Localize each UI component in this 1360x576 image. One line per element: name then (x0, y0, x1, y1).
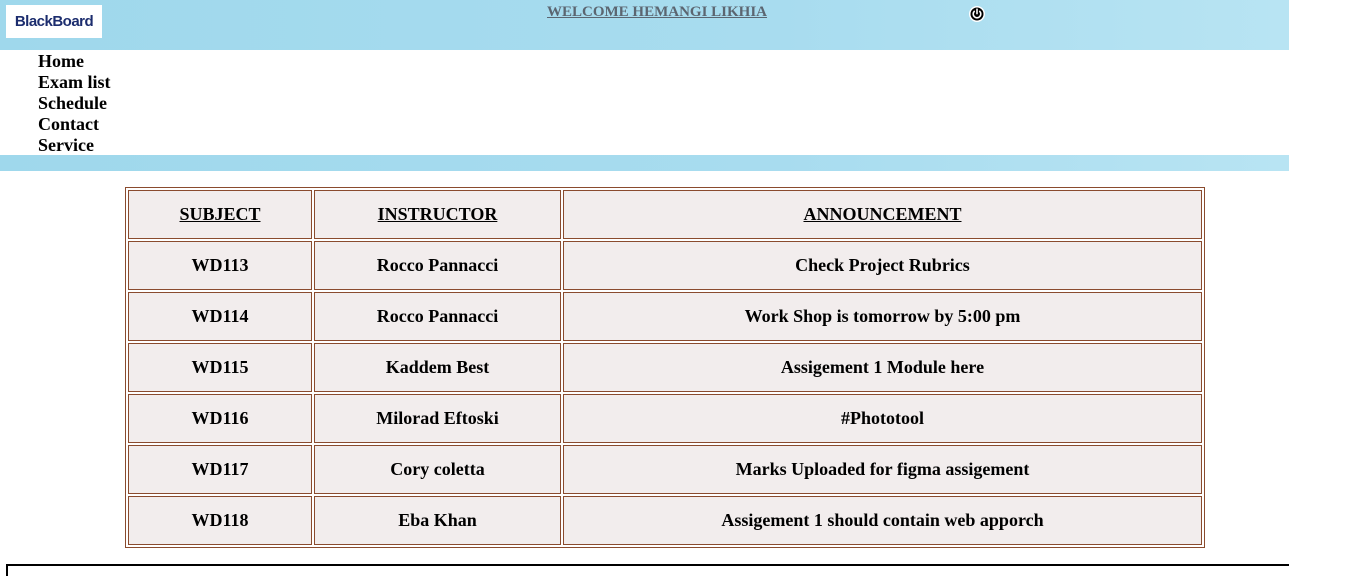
table-row: WD118 Eba Khan Assigement 1 should conta… (128, 496, 1202, 545)
cell-announcement: Check Project Rubrics (563, 241, 1202, 290)
cell-subject: WD117 (128, 445, 312, 494)
table-row: WD117 Cory coletta Marks Uploaded for fi… (128, 445, 1202, 494)
header-bar: BlackBoard WELCOME HEMANGI LIKHIA (0, 0, 1289, 50)
announcement-table-wrap: SUBJECT INSTRUCTOR ANNOUNCEMENT WD113 Ro… (125, 187, 1205, 548)
announcement-table: SUBJECT INSTRUCTOR ANNOUNCEMENT WD113 Ro… (125, 187, 1205, 548)
divider-band (0, 155, 1289, 171)
nav-item-contact[interactable]: Contact (38, 114, 111, 135)
cell-subject: WD116 (128, 394, 312, 443)
table-row: WD113 Rocco Pannacci Check Project Rubri… (128, 241, 1202, 290)
table-row: WD115 Kaddem Best Assigement 1 Module he… (128, 343, 1202, 392)
cell-instructor: Eba Khan (314, 496, 561, 545)
header-announcement: ANNOUNCEMENT (563, 190, 1202, 239)
table-row: WD116 Milorad Eftoski #Phototool (128, 394, 1202, 443)
cell-instructor: Cory coletta (314, 445, 561, 494)
cell-instructor: Rocco Pannacci (314, 241, 561, 290)
main-nav: Home Exam list Schedule Contact Service (38, 51, 111, 156)
nav-item-exam-list[interactable]: Exam list (38, 72, 111, 93)
cell-subject: WD118 (128, 496, 312, 545)
header-subject: SUBJECT (128, 190, 312, 239)
cell-instructor: Rocco Pannacci (314, 292, 561, 341)
nav-item-home[interactable]: Home (38, 51, 111, 72)
header-instructor: INSTRUCTOR (314, 190, 561, 239)
cell-subject: WD114 (128, 292, 312, 341)
cell-announcement: Marks Uploaded for figma assigement (563, 445, 1202, 494)
cell-instructor: Kaddem Best (314, 343, 561, 392)
cell-instructor: Milorad Eftoski (314, 394, 561, 443)
cell-announcement: Work Shop is tomorrow by 5:00 pm (563, 292, 1202, 341)
table-row: WD114 Rocco Pannacci Work Shop is tomorr… (128, 292, 1202, 341)
welcome-text: WELCOME HEMANGI LIKHIA (547, 4, 768, 20)
cell-announcement: Assigement 1 should contain web apporch (563, 496, 1202, 545)
cell-announcement: Assigement 1 Module here (563, 343, 1202, 392)
logo: BlackBoard (6, 5, 102, 38)
page: BlackBoard WELCOME HEMANGI LIKHIA Home E… (0, 0, 1360, 576)
table-header-row: SUBJECT INSTRUCTOR ANNOUNCEMENT (128, 190, 1202, 239)
cell-announcement: #Phototool (563, 394, 1202, 443)
power-icon[interactable] (968, 5, 986, 23)
footer-box (6, 564, 1289, 576)
cell-subject: WD113 (128, 241, 312, 290)
nav-item-service[interactable]: Service (38, 135, 111, 156)
cell-subject: WD115 (128, 343, 312, 392)
nav-item-schedule[interactable]: Schedule (38, 93, 111, 114)
